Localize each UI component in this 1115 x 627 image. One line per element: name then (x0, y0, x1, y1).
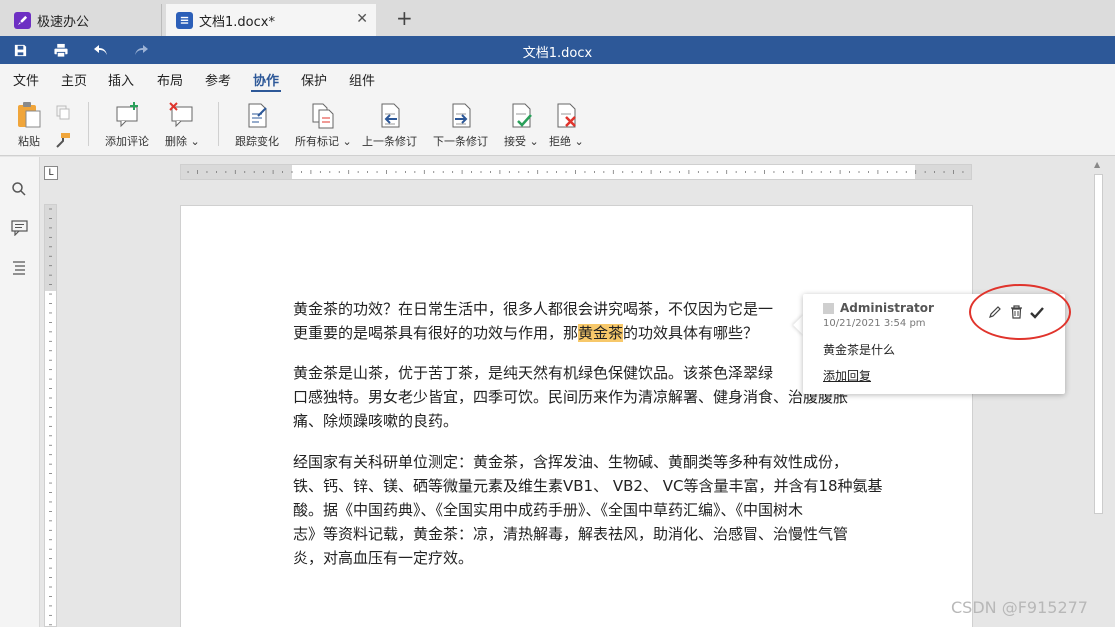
delete-button[interactable]: 删除 ⌄ (165, 100, 200, 149)
reject-label: 拒绝 ⌄ (549, 135, 584, 148)
reject-icon (557, 103, 577, 128)
vertical-scrollbar[interactable]: ▲ (1094, 160, 1104, 627)
tab-label: 极速办公 (37, 14, 90, 30)
menu-bar: 文件 主页 插入 布局 参考 协作 保护 组件 (0, 64, 1115, 92)
previous-change-label: 上一条修订 (362, 135, 417, 148)
comment-timestamp: 10/21/2021 3:54 pm (823, 318, 926, 329)
tab-document[interactable]: 文档1.docx* ✕ (166, 4, 376, 36)
menu-layout[interactable]: 布局 (157, 70, 183, 89)
document-page[interactable]: 黄金茶的功效？在日常生活中，很多人都很会讲究喝茶，不仅因为它是一 更重要的是喝茶… (180, 205, 973, 627)
add-comment-icon (116, 102, 138, 128)
menu-home[interactable]: 主页 (61, 70, 87, 89)
reject-button[interactable]: 拒绝 ⌄ (549, 100, 584, 149)
delete-comment-icon (169, 102, 193, 128)
vertical-ruler-ticks (49, 208, 52, 626)
paragraph-3-line-2: 铁、钙、锌、镁、硒等微量元素及维生素VB1、 VB2、 VC等含量丰富，并含有1… (293, 477, 883, 495)
tab-jisu-office[interactable]: 极速办公 (4, 4, 162, 36)
paragraph-3: 经国家有关科研单位测定：黄金茶，含挥发油、生物碱、黄酮类等多种有效性成份， 铁、… (293, 450, 919, 570)
watermark: CSDN @F915277 (951, 598, 1088, 617)
add-comment-button[interactable]: 添加评论 (105, 100, 149, 149)
accept-button[interactable]: 接受 ⌄ (504, 100, 539, 149)
vertical-ruler[interactable] (44, 204, 57, 627)
menu-file[interactable]: 文件 (13, 70, 39, 89)
paragraph-3-line-1: 经国家有关科研单位测定：黄金茶，含挥发油、生物碱、黄酮类等多种有效性成份， (293, 453, 849, 471)
track-changes-icon (248, 103, 267, 128)
comment-text: 黄金茶是什么 (823, 343, 896, 357)
paragraph-2-line-3: 痛、除烦躁咳嗽的良药。 (293, 412, 459, 430)
add-reply-link[interactable]: 添加回复 (823, 367, 871, 384)
track-changes-label: 跟踪变化 (235, 135, 279, 148)
commented-text-highlight[interactable]: 黄金茶 (578, 324, 624, 342)
ribbon-toolbar: 粘贴 添加评论 删除 ⌄ 跟踪变化 所有标记 ⌄ 上一条修订 下一条修订 接受 … (0, 92, 1115, 156)
markup-icon (312, 103, 334, 129)
next-change-icon (452, 103, 470, 128)
copy-icon[interactable] (55, 104, 73, 122)
menu-protect[interactable]: 保护 (301, 70, 327, 89)
tab-label: 文档1.docx* (199, 14, 275, 30)
paragraph-3-line-5: 炎，对高血压有一定疗效。 (293, 549, 474, 567)
title-bar: 文档1.docx (0, 36, 1115, 64)
comment-author: Administrator (840, 301, 934, 315)
menu-collaborate[interactable]: 协作 (250, 70, 282, 92)
navigation-icon[interactable] (11, 259, 29, 277)
menu-insert[interactable]: 插入 (108, 70, 134, 89)
paragraph-3-line-4: 志》等资料记载，黄金茶：凉，清热解毒，解表祛风，助消化、治感冒、治慢性气管 (293, 525, 849, 543)
previous-change-button[interactable]: 上一条修订 (362, 100, 417, 149)
tab-stop-selector[interactable]: L (44, 166, 58, 180)
rocket-icon (14, 11, 31, 29)
author-color-square (823, 303, 834, 314)
document-title: 文档1.docx (522, 46, 593, 61)
next-change-button[interactable]: 下一条修订 (433, 100, 488, 149)
next-change-label: 下一条修订 (433, 135, 488, 148)
comments-icon[interactable] (11, 220, 29, 238)
paragraph-3-line-3: 酸。据《中国药典》、《全国实用中成药手册》、《全国中草药汇编》、《中国树木 (293, 501, 804, 519)
scrollbar-thumb[interactable] (1094, 174, 1103, 514)
paste-button[interactable]: 粘贴 (14, 100, 44, 149)
scroll-up-icon[interactable]: ▲ (1094, 160, 1100, 169)
clipboard-icon (18, 102, 41, 128)
paste-label: 粘贴 (18, 135, 40, 148)
menu-components[interactable]: 组件 (349, 70, 375, 89)
accept-label: 接受 ⌄ (504, 135, 539, 148)
add-comment-label: 添加评论 (105, 135, 149, 148)
document-icon (176, 11, 193, 29)
all-marks-label: 所有标记 ⌄ (295, 135, 352, 148)
new-tab-icon[interactable]: + (396, 6, 413, 30)
all-marks-button[interactable]: 所有标记 ⌄ (295, 100, 352, 149)
delete-label: 删除 ⌄ (165, 135, 200, 148)
ruler-ticks (187, 170, 964, 174)
accept-icon (512, 103, 533, 128)
close-icon[interactable]: ✕ (356, 11, 368, 27)
search-icon[interactable] (11, 181, 29, 199)
tab-strip: 极速办公 文档1.docx* ✕ + (0, 0, 1115, 36)
format-painter-icon[interactable] (55, 132, 73, 150)
previous-change-icon (381, 103, 399, 128)
horizontal-ruler[interactable] (180, 164, 972, 180)
menu-references[interactable]: 参考 (205, 70, 231, 89)
annotation-circle (969, 284, 1071, 340)
left-side-panel (0, 157, 40, 627)
track-changes-button[interactable]: 跟踪变化 (235, 100, 279, 149)
